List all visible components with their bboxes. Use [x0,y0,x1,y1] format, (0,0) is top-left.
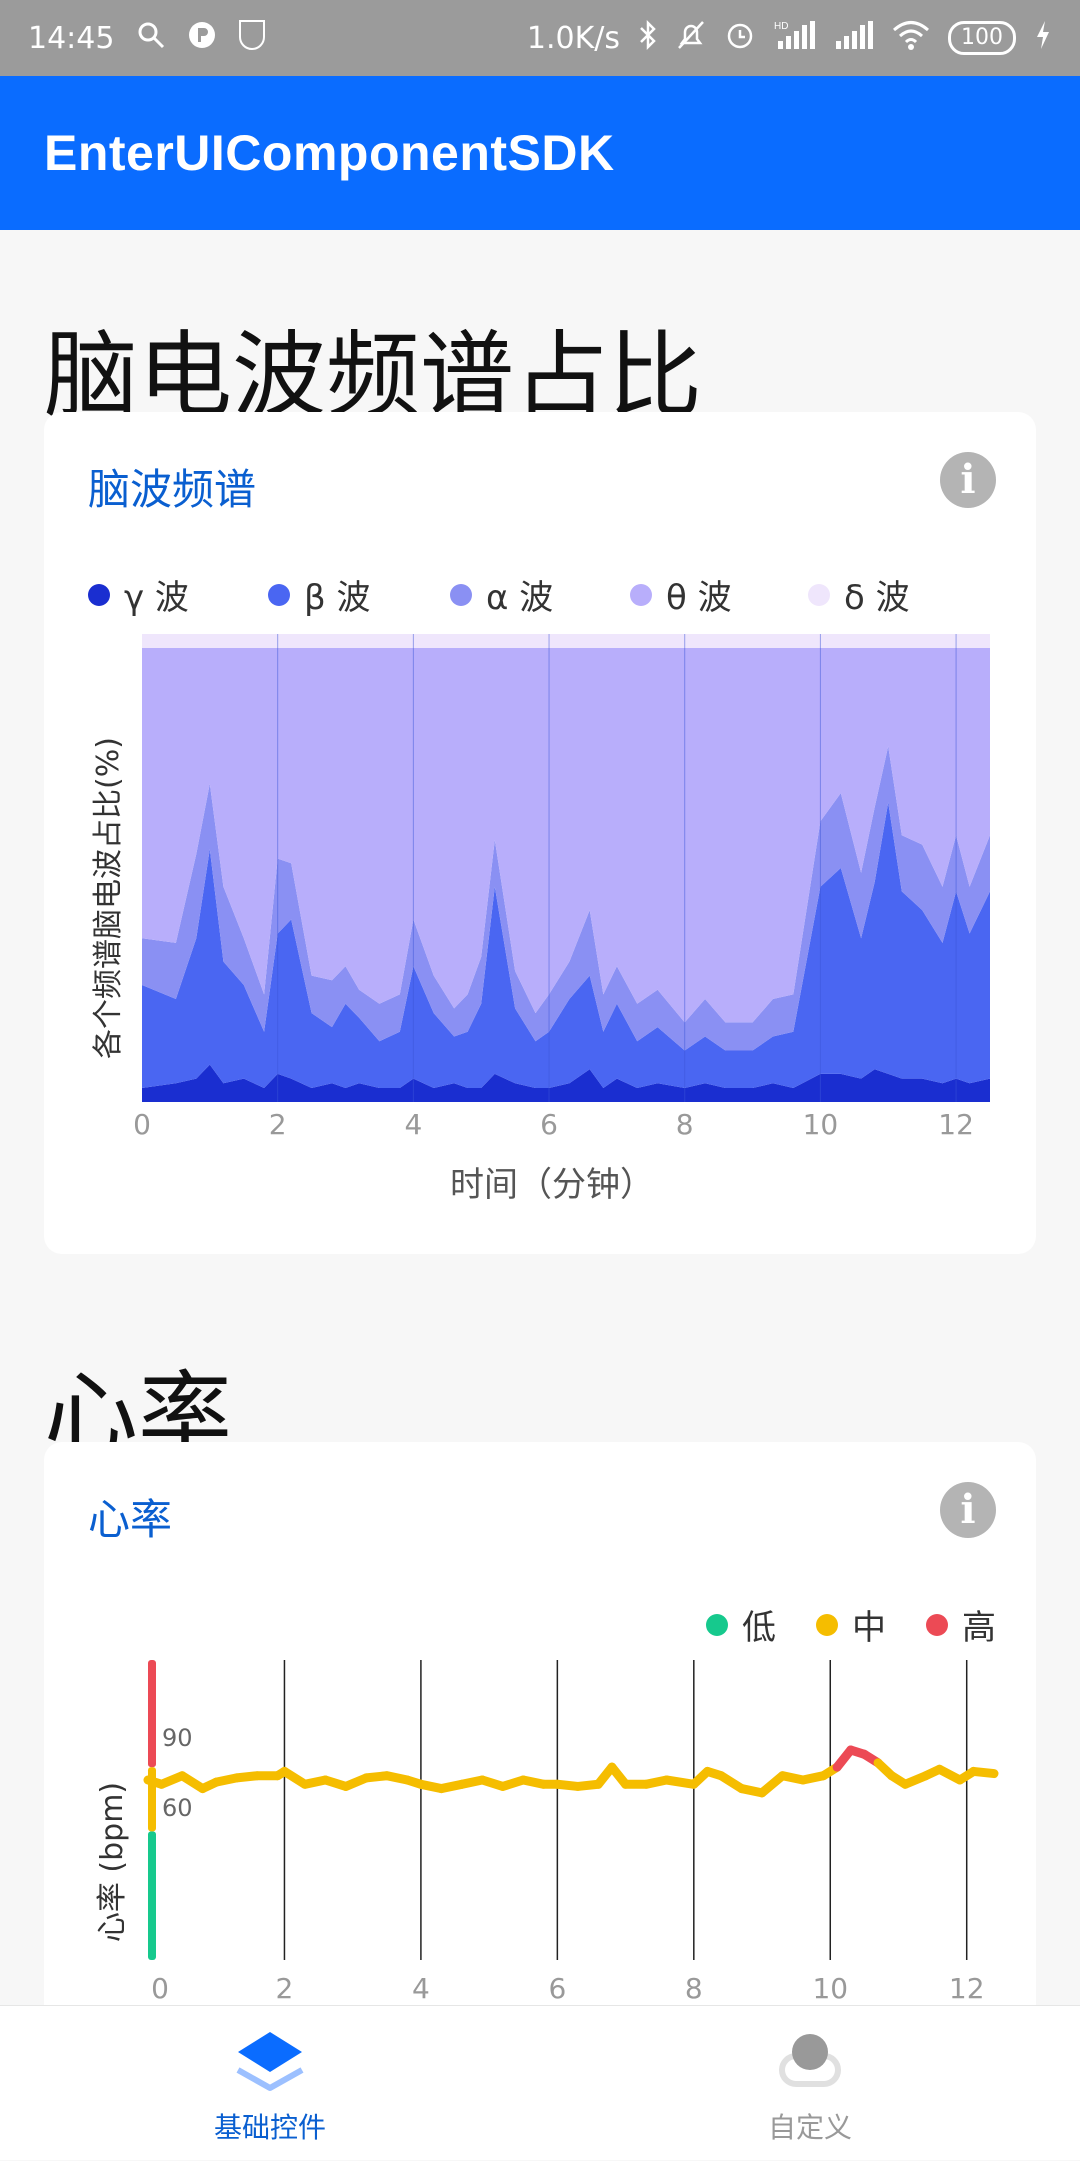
charging-icon [1034,19,1052,57]
hr-zone-low [148,1831,156,1960]
parking-icon [188,20,216,56]
nav-item-custom[interactable]: 自定义 [540,2006,1080,2161]
eeg-x-tick-label: 2 [269,1108,287,1141]
status-time: 14:45 [28,20,115,56]
eeg-x-ticks: 0 2 4 6 8 10 12 [133,1108,974,1141]
hr-x-tick-label: 6 [548,1972,566,2005]
network-speed: 1.0K/s [526,20,620,56]
hr-x-tick-label: 8 [685,1972,703,2005]
hr-x-tick-label: 12 [949,1972,985,2005]
eeg-chart: 各个频谱脑电波占比(%) 0 2 4 6 8 10 12 时间（分钟） [91,634,990,1205]
eeg-y-axis-label: 各个频谱脑电波占比(%) [91,737,126,1059]
hr-y-tick-90: 90 [162,1724,193,1752]
signal-icon [834,19,874,57]
hr-chart: 心率 (bpm) 90 60 0 2 4 6 8 10 12 [95,1660,999,2005]
nav-label: 基础控件 [213,2111,326,2144]
eeg-card: 脑波频谱 i γ 波 β 波 α 波 θ 波 δ 波 各个频谱脑电波占比(%) … [44,412,1036,1254]
hr-x-tick-label: 10 [812,1972,848,2005]
hr-y-axis-label: 心率 (bpm) [95,1782,130,1942]
eeg-x-axis-label: 时间（分钟） [450,1165,654,1205]
svg-text:HD: HD [774,21,788,32]
nav-item-basic-controls[interactable]: 基础控件 [0,2006,540,2161]
wifi-icon [892,19,930,57]
toggle-icon [772,2030,848,2094]
hr-line-group [143,1745,999,1798]
eeg-area-group [142,634,990,1102]
eeg-x-tick-label: 4 [404,1108,422,1141]
badge-icon [238,19,266,57]
app-bar: EnterUIComponentSDK [0,76,1080,230]
eeg-x-tick-label: 6 [540,1108,558,1141]
eeg-x-tick-label: 8 [676,1108,694,1141]
hr-gridlines [283,1660,968,1960]
hr-x-ticks: 0 2 4 6 8 10 12 [151,1972,984,2005]
hr-zone-bar [148,1660,156,1960]
battery-indicator: 100 [948,21,1016,55]
nav-label: 自定义 [767,2111,852,2144]
eeg-area-γ波 [142,634,990,648]
eeg-x-tick-label: 10 [803,1108,839,1141]
layers-icon [230,2028,310,2104]
eeg-x-tick-label: 0 [133,1108,151,1141]
hr-x-tick-label: 0 [151,1972,169,2005]
search-icon [136,20,166,56]
hr-x-tick-label: 2 [276,1972,294,2005]
mute-icon [676,19,706,57]
bottom-navigation: 基础控件 自定义 [0,2005,1080,2160]
hr-card: 心率 i 低 中 高 心率 (bpm) 90 60 0 2 4 6 8 10 12 [44,1442,1036,2042]
bluetooth-icon [638,19,658,57]
alarm-icon [724,19,756,57]
hd-signal-icon: HD [774,19,816,57]
app-title: EnterUIComponentSDK [44,125,615,181]
hr-zone-high [148,1660,156,1768]
hr-y-tick-60: 60 [162,1794,193,1822]
status-bar: 14:45 1.0K/s HD 100 [0,0,1080,76]
eeg-x-tick-label: 12 [938,1108,974,1141]
hr-line-segment [969,1766,999,1779]
hr-x-tick-label: 4 [412,1972,430,2005]
